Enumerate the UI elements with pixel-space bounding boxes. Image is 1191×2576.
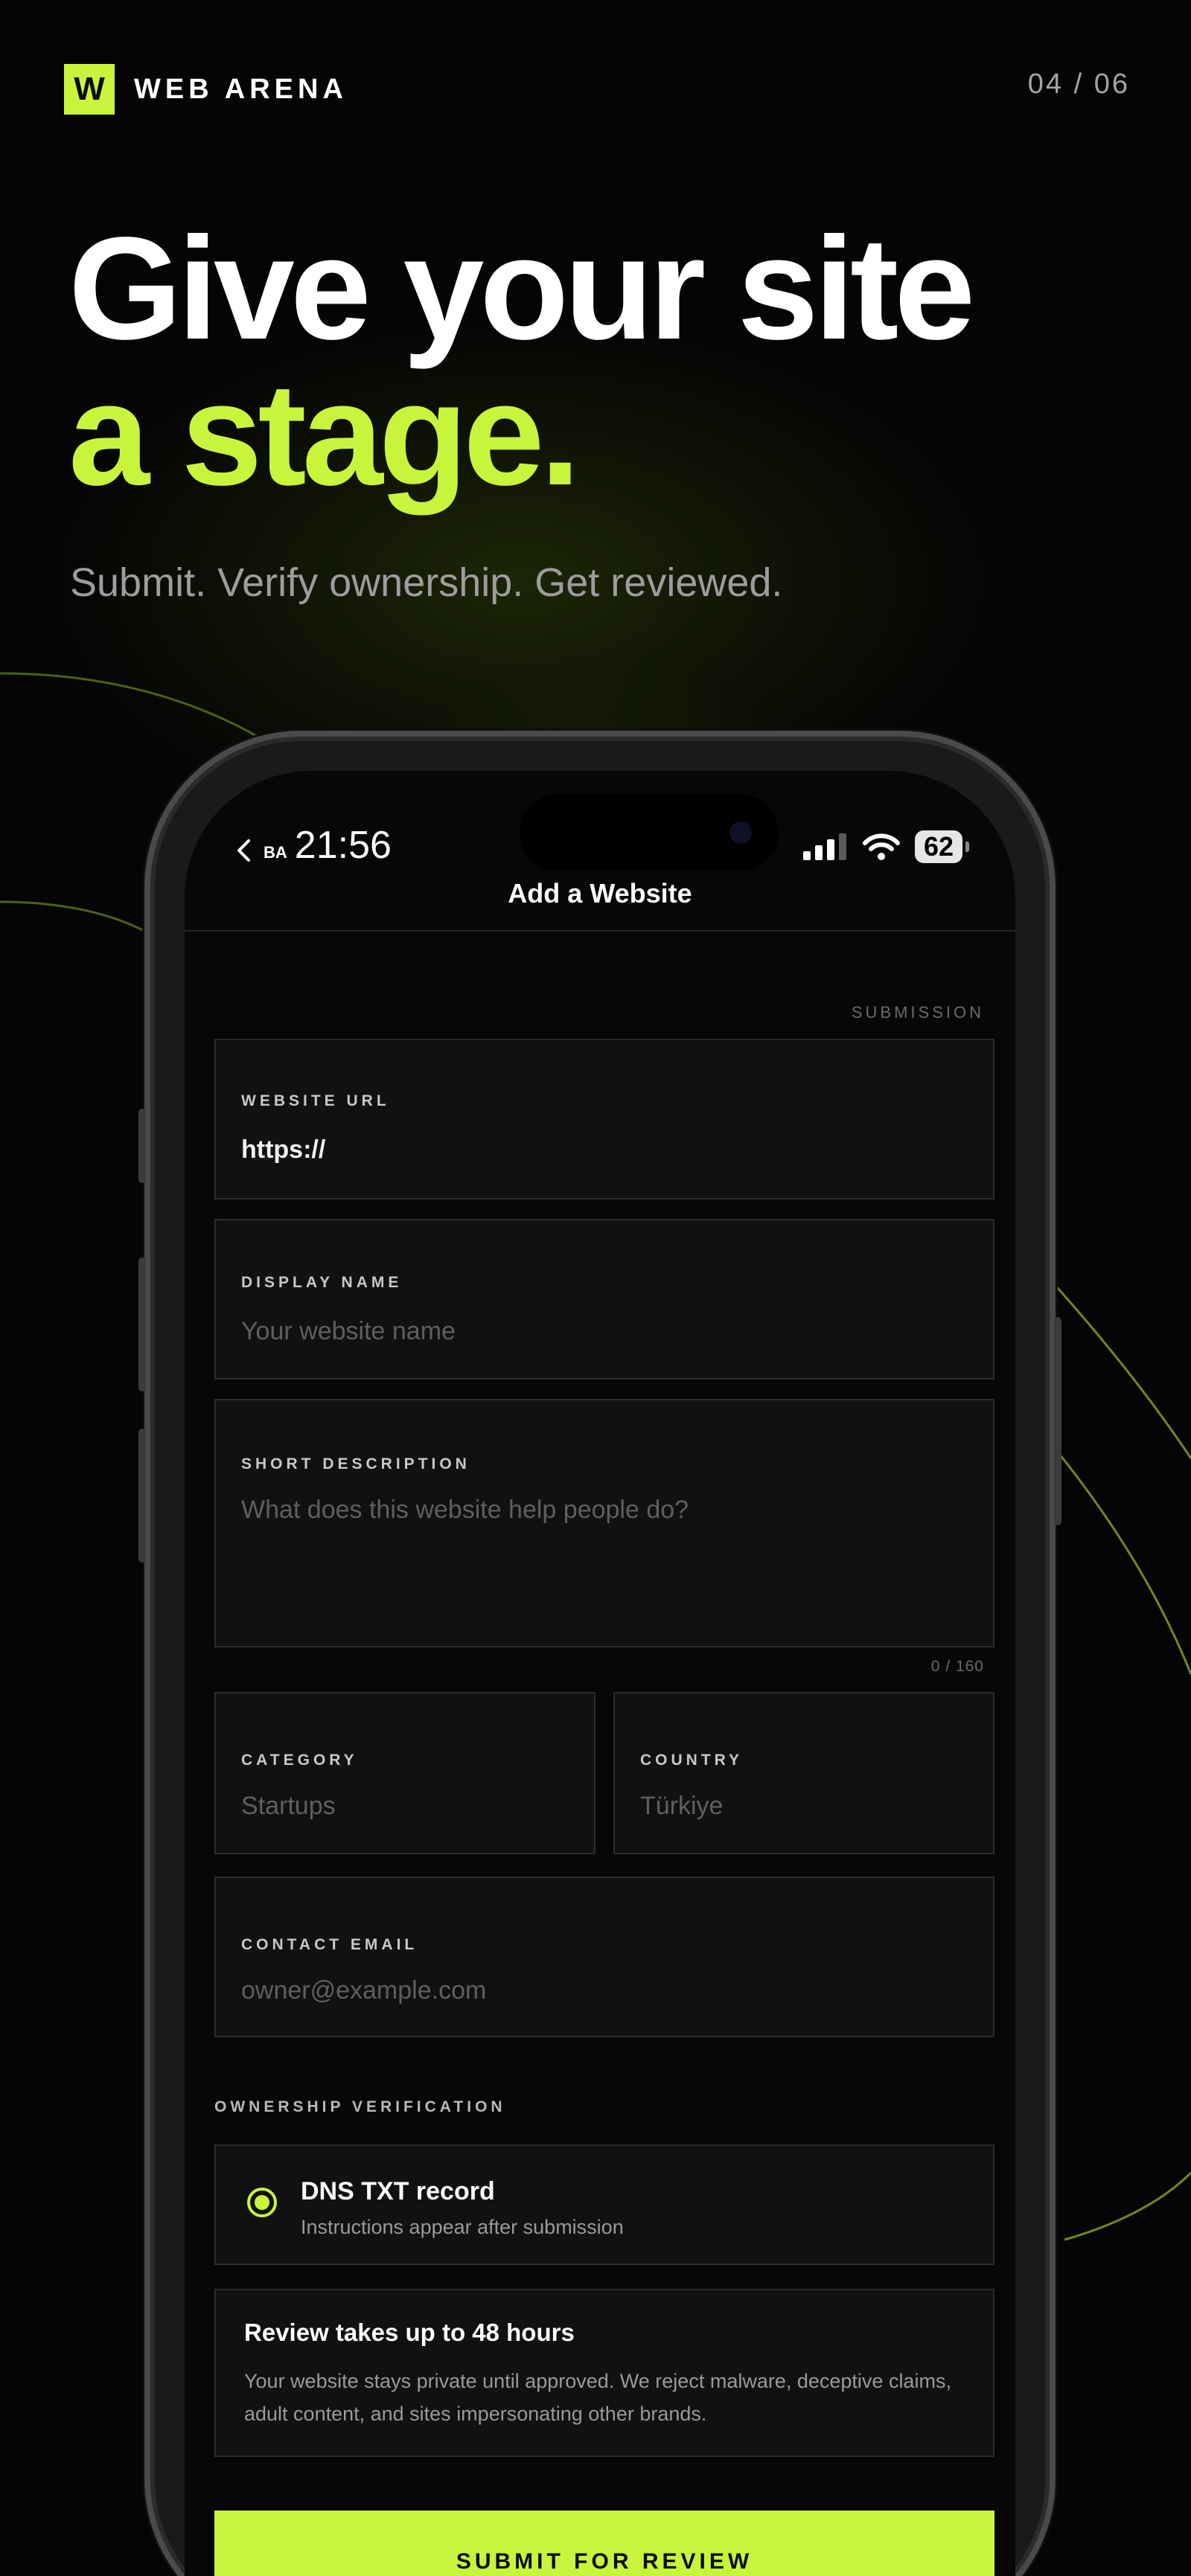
nav-title: Add a Website bbox=[508, 878, 692, 909]
ownership-verification-label: OWNERSHIP VERIFICATION bbox=[214, 2098, 506, 2115]
phone-volume-down-button bbox=[138, 1429, 146, 1563]
headline-line-1: Give your site bbox=[68, 207, 975, 370]
category-select[interactable]: CATEGORY Startups bbox=[214, 1692, 596, 1854]
description-char-counter: 0 / 160 bbox=[930, 1658, 984, 1675]
country-label: COUNTRY bbox=[640, 1752, 744, 1769]
submit-for-review-button[interactable]: SUBMIT FOR REVIEW bbox=[214, 2511, 994, 2576]
battery-tip bbox=[965, 842, 969, 852]
review-notice-body: Your website stays private until approve… bbox=[244, 2370, 951, 2425]
website-url-input[interactable]: https:// bbox=[241, 1135, 325, 1164]
battery-level: 62 bbox=[914, 830, 962, 863]
country-select[interactable]: COUNTRY Türkiye bbox=[613, 1692, 994, 1854]
cellular-signal-icon bbox=[802, 833, 846, 860]
promo-canvas: W WEB ARENA 04 / 06 Give your site a sta… bbox=[0, 0, 1191, 2576]
display-name-label: DISPLAY NAME bbox=[241, 1274, 403, 1291]
phone-action-button bbox=[138, 1109, 146, 1183]
back-chevron-icon[interactable] bbox=[232, 839, 256, 862]
display-name-field[interactable]: DISPLAY NAME Your website name bbox=[214, 1219, 994, 1380]
status-bar-left: BA 21:56 bbox=[232, 823, 392, 868]
contact-email-input[interactable]: owner@example.com bbox=[241, 1976, 486, 2005]
short-description-label: SHORT DESCRIPTION bbox=[241, 1455, 470, 1473]
headline: Give your site a stage. bbox=[68, 207, 975, 516]
short-description-input[interactable]: What does this website help people do? bbox=[241, 1496, 689, 1525]
status-time: 21:56 bbox=[294, 824, 392, 867]
headline-line-2: a stage. bbox=[68, 353, 581, 516]
phone-mockup: BA 21:56 62 Add a Website SUBMISSION WEB… bbox=[138, 731, 1061, 2576]
status-bar-right: 62 bbox=[802, 830, 969, 863]
dynamic-island bbox=[520, 795, 779, 871]
dns-txt-option-title: DNS TXT record bbox=[301, 2177, 495, 2205]
contact-email-label: CONTACT EMAIL bbox=[241, 1936, 418, 1953]
display-name-input[interactable]: Your website name bbox=[241, 1317, 456, 1346]
contact-email-field[interactable]: CONTACT EMAIL owner@example.com bbox=[214, 1877, 994, 2037]
nav-divider bbox=[185, 930, 1015, 932]
subheadline: Submit. Verify ownership. Get reviewed. bbox=[70, 560, 783, 605]
page-indicator: 04 / 06 bbox=[1027, 68, 1130, 100]
back-app-label[interactable]: BA bbox=[264, 843, 287, 862]
battery-icon: 62 bbox=[914, 830, 969, 863]
category-label: CATEGORY bbox=[241, 1752, 358, 1769]
short-description-field[interactable]: SHORT DESCRIPTION What does this website… bbox=[214, 1399, 994, 1647]
brand-logo: W bbox=[64, 64, 115, 115]
dns-txt-option-subtitle: Instructions appear after submission bbox=[301, 2216, 624, 2238]
country-value: Türkiye bbox=[640, 1792, 724, 1820]
brand: W WEB ARENA bbox=[64, 64, 348, 115]
category-value: Startups bbox=[241, 1792, 336, 1820]
phone-volume-up-button bbox=[138, 1257, 146, 1391]
wifi-icon bbox=[862, 833, 900, 860]
website-url-field[interactable]: WEBSITE URL https:// bbox=[214, 1039, 994, 1199]
website-url-label: WEBSITE URL bbox=[241, 1092, 390, 1109]
camera-icon bbox=[729, 821, 752, 844]
section-tag: SUBMISSION bbox=[851, 1003, 984, 1022]
phone-power-button bbox=[1054, 1317, 1061, 1525]
radio-selected-icon[interactable] bbox=[247, 2188, 277, 2217]
brand-name: WEB ARENA bbox=[134, 73, 348, 105]
phone-screen: BA 21:56 62 Add a Website SUBMISSION WEB… bbox=[185, 771, 1015, 2576]
review-notice-title: Review takes up to 48 hours bbox=[244, 2319, 575, 2346]
dns-txt-option[interactable]: DNS TXT record Instructions appear after… bbox=[214, 2144, 994, 2265]
review-notice: Review takes up to 48 hours Your website… bbox=[214, 2289, 994, 2457]
